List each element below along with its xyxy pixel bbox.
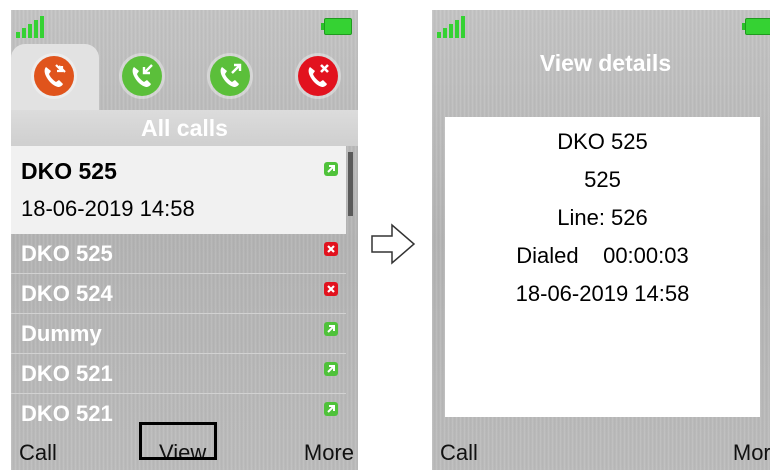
call-softkey[interactable]: Call <box>440 440 478 466</box>
call-softkey[interactable]: Call <box>19 440 57 466</box>
battery-icon <box>321 18 352 35</box>
detail-number: 525 <box>584 167 621 192</box>
arrow-right-icon <box>371 223 416 265</box>
call-timestamp: 18-06-2019 14:58 <box>21 196 195 221</box>
contact-name: DKO 525 <box>21 158 117 184</box>
list-item[interactable]: DKO 521 <box>11 354 346 394</box>
missed-icon <box>324 242 338 256</box>
detail-timestamp: 18-06-2019 14:58 <box>515 281 690 306</box>
scrollbar[interactable] <box>346 146 358 436</box>
contact-name: DKO 524 <box>21 281 113 306</box>
contact-name: DKO 525 <box>21 241 113 266</box>
tab-received-calls[interactable] <box>99 44 187 110</box>
list-item-selected[interactable]: DKO 525 18-06-2019 14:58 <box>11 146 346 234</box>
received-calls-icon <box>122 56 162 96</box>
page-title: View details <box>539 50 672 76</box>
list-item[interactable]: DKO 524 <box>11 274 346 314</box>
call-filter-tabs <box>11 44 358 110</box>
list-item[interactable]: Dummy <box>11 314 346 354</box>
more-softkey[interactable]: More <box>733 440 770 466</box>
dialed-icon <box>324 162 338 176</box>
dialed-icon <box>324 402 338 416</box>
detail-duration: Dialed 00:00:03 <box>516 243 689 268</box>
tab-missed-calls[interactable] <box>275 44 358 110</box>
call-details-panel: DKO 525 525 Line: 526 Dialed 00:00:03 18… <box>445 117 760 417</box>
signal-icon <box>437 16 465 38</box>
status-bar <box>11 10 358 44</box>
scrollbar-thumb[interactable] <box>348 152 353 216</box>
contact-name: DKO 521 <box>21 401 113 426</box>
tab-all-calls[interactable] <box>11 44 99 110</box>
missed-calls-icon <box>298 56 338 96</box>
list-item[interactable]: DKO 525 <box>11 234 346 274</box>
contact-name: DKO 521 <box>21 361 113 386</box>
softkey-bar: Call More <box>432 436 770 470</box>
call-list-screen: All calls DKO 525 18-06-2019 14:58 DKO 5… <box>11 10 358 470</box>
dialed-icon <box>324 322 338 336</box>
battery-icon <box>742 18 770 35</box>
contact-name: Dummy <box>21 321 102 346</box>
tab-dialed-calls[interactable] <box>187 44 275 110</box>
dialed-calls-icon <box>210 56 250 96</box>
missed-icon <box>324 282 338 296</box>
all-calls-icon <box>34 56 74 96</box>
dialed-icon <box>324 362 338 376</box>
detail-name: DKO 525 <box>557 129 648 154</box>
detail-line: Line: 526 <box>557 205 648 230</box>
view-details-screen: View details DKO 525 525 Line: 526 Diale… <box>432 10 770 470</box>
section-title: All calls <box>11 110 358 146</box>
signal-icon <box>16 16 44 38</box>
view-softkey-highlight <box>139 422 217 460</box>
status-bar <box>432 10 770 44</box>
more-softkey[interactable]: More <box>304 440 354 466</box>
